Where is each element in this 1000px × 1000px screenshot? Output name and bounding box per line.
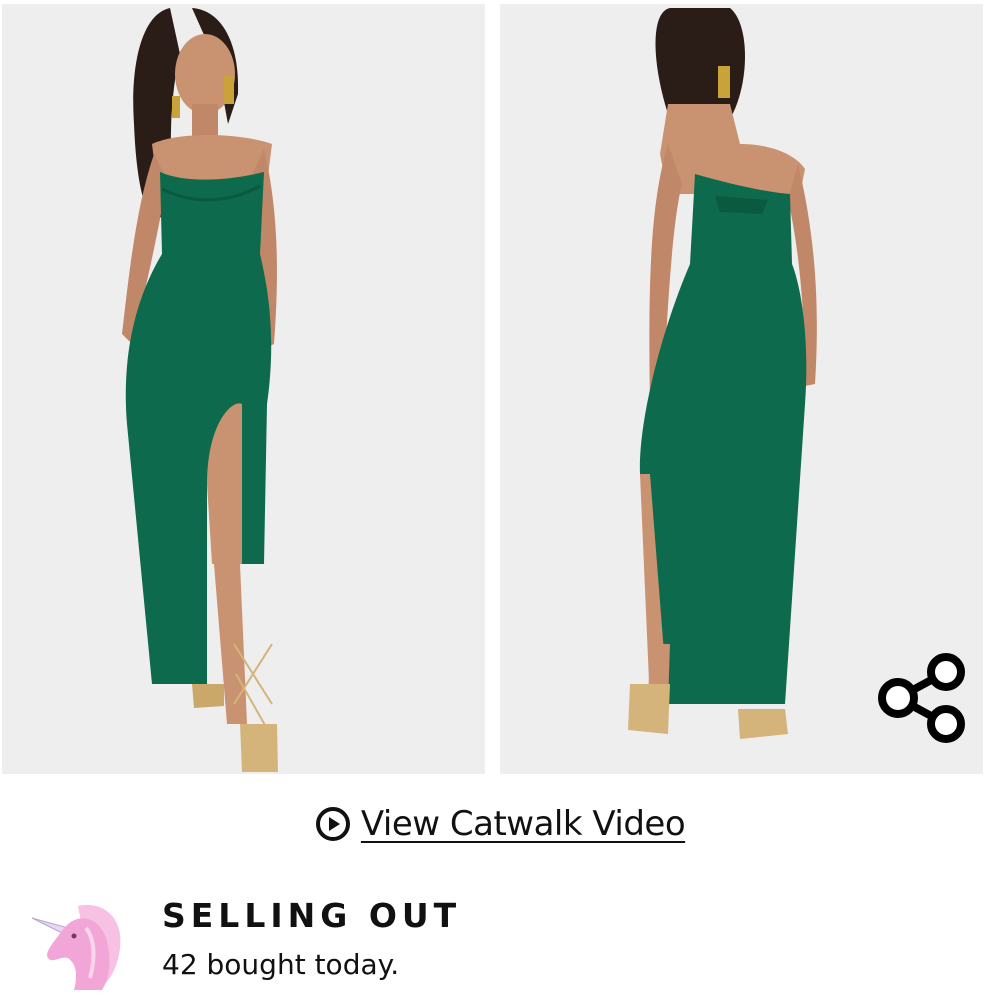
product-image-gallery [0,0,1000,778]
view-catwalk-video-label[interactable]: View Catwalk Video [361,804,686,844]
product-photo-front-illustration [2,4,485,774]
share-icon [878,653,965,743]
bought-today-count: 42 bought today. [162,948,400,981]
share-button[interactable] [872,650,968,746]
product-image-front[interactable] [2,4,485,774]
play-circle-icon [315,806,351,842]
selling-out-title: SELLING OUT [162,896,462,935]
unicorn-icon [28,898,124,994]
selling-out-banner: SELLING OUT 42 bought today. [0,880,1000,1000]
view-catwalk-video-link[interactable]: View Catwalk Video [0,796,1000,852]
product-page: View Catwalk Video SELLING OUT 42 bought… [0,0,1000,1000]
